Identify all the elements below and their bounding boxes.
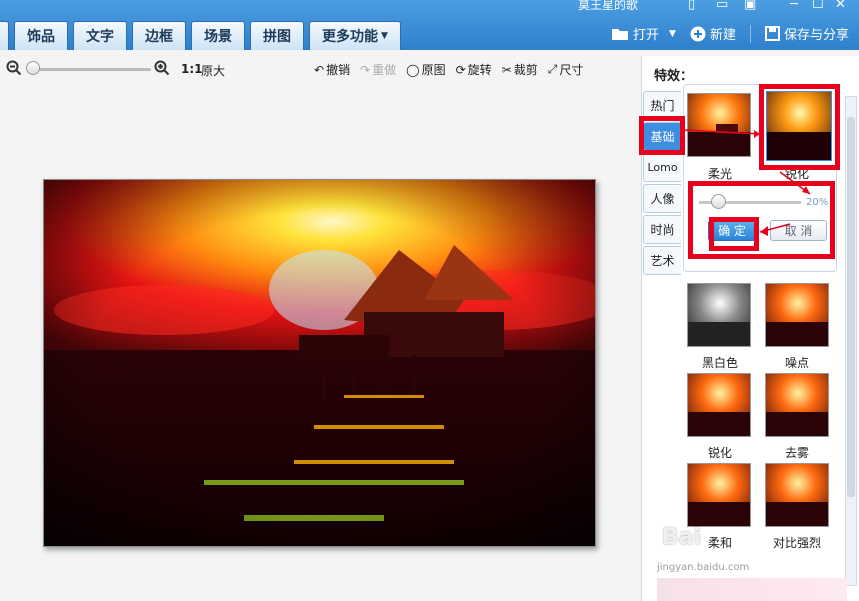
sunset-photo-image xyxy=(44,180,595,546)
effect-label-sharpen-2: 锐化 xyxy=(707,446,732,460)
crop-label: 裁剪 xyxy=(513,63,538,77)
feedback-icon[interactable]: ▭ xyxy=(716,0,728,12)
effect-label-high-contrast: 对比强烈 xyxy=(772,536,821,550)
effects-scrollbar[interactable] xyxy=(845,96,857,586)
effect-label-black-white: 黑白色 xyxy=(701,356,738,370)
actual-size-label[interactable]: 原大 xyxy=(201,62,225,79)
tab-art[interactable]: 艺术 xyxy=(643,246,681,275)
thumbnail-image xyxy=(766,464,828,526)
scissors-icon: ✂ xyxy=(501,62,512,77)
edit-tools: ↶ 撤销 ↷ 重做 ◯ 原图 ⟳ 旋转 ✂ 裁剪 ⤢ 尺寸 xyxy=(314,61,583,78)
close-icon[interactable]: ✕ xyxy=(835,0,846,12)
open-button[interactable]: 打开 ▼ xyxy=(611,24,676,43)
window-title: 莫王星的歌 xyxy=(578,0,639,12)
original-button[interactable]: ◯ 原图 xyxy=(406,61,445,78)
ad-banner[interactable] xyxy=(657,578,847,601)
minimize-icon[interactable]: ─ xyxy=(790,0,798,12)
watermark-logo: Bai xyxy=(662,525,702,550)
zoom-slider-knob[interactable] xyxy=(26,61,40,75)
effect-thumb-soft[interactable] xyxy=(687,463,751,527)
circle-icon: ◯ xyxy=(406,62,420,77)
minimize-mini-icon[interactable]: ▯ xyxy=(688,0,695,12)
plus-circle-icon xyxy=(690,26,706,41)
main-tabs: 饰品 文字 边框 场景 拼图 更多功能 ▼ xyxy=(0,21,401,50)
rotate-icon: ⟳ xyxy=(455,62,466,77)
tab-collage[interactable]: 拼图 xyxy=(250,21,304,50)
scrollbar-thumb[interactable] xyxy=(847,117,855,497)
effect-thumb-noise[interactable] xyxy=(765,283,829,347)
tab-more-label: 更多功能 xyxy=(322,29,378,45)
tab-more[interactable]: 更多功能 ▼ xyxy=(309,21,401,50)
save-icon xyxy=(764,26,780,41)
effect-label-noise: 噪点 xyxy=(784,356,809,370)
chevron-down-icon: ▼ xyxy=(669,28,676,39)
redo-button[interactable]: ↷ 重做 xyxy=(360,61,396,78)
rotate-label: 旋转 xyxy=(467,63,492,77)
edit-toolbar: 1:1 原大 ↶ 撤销 ↷ 重做 ◯ 原图 ⟳ 旋转 ✂ 裁剪 ⤢ 尺寸 xyxy=(0,56,640,84)
crop-button[interactable]: ✂ 裁剪 xyxy=(502,61,538,78)
tab-previous[interactable] xyxy=(0,21,9,50)
zoom-in-icon[interactable] xyxy=(154,60,170,76)
save-share-button[interactable]: 保存与分享 xyxy=(764,24,849,43)
edited-photo[interactable] xyxy=(43,179,596,547)
tab-text[interactable]: 文字 xyxy=(73,21,127,50)
effect-thumb-black-white[interactable] xyxy=(687,283,751,347)
header-actions: 打开 ▼ 新建 保存与分享 xyxy=(611,24,849,43)
undo-icon: ↶ xyxy=(314,62,325,77)
original-label: 原图 xyxy=(421,63,446,77)
effect-thumb-dehaze[interactable] xyxy=(765,373,829,437)
effects-title: 特效： xyxy=(654,69,694,84)
effect-label-dehaze: 去雾 xyxy=(784,446,809,460)
skin-icon[interactable]: ▣ xyxy=(744,0,756,12)
divider xyxy=(749,24,751,43)
zoom-out-icon[interactable] xyxy=(6,60,22,76)
effect-thumb-sharpen-2[interactable] xyxy=(687,373,751,437)
effect-thumb-high-contrast[interactable] xyxy=(765,463,829,527)
watermark-url: jingyan.baidu.com xyxy=(657,562,750,573)
thumbnail-image xyxy=(688,374,750,436)
resize-icon: ⤢ xyxy=(547,62,558,76)
new-label: 新建 xyxy=(709,28,736,43)
annotation-arrows xyxy=(683,129,811,236)
tab-accessories[interactable]: 饰品 xyxy=(14,21,68,50)
save-share-label: 保存与分享 xyxy=(783,28,849,43)
tab-scene[interactable]: 场景 xyxy=(191,21,245,50)
redo-label: 重做 xyxy=(372,63,397,77)
redo-icon: ↷ xyxy=(360,62,371,77)
maximize-icon[interactable]: ☐ xyxy=(812,0,824,12)
folder-icon xyxy=(612,28,629,40)
thumbnail-image xyxy=(688,464,750,526)
new-button[interactable]: 新建 xyxy=(690,24,736,43)
thumbnail-image xyxy=(688,284,750,346)
undo-label: 撤销 xyxy=(326,63,351,77)
open-label: 打开 xyxy=(633,28,660,43)
resize-label: 尺寸 xyxy=(559,63,584,77)
rotate-button[interactable]: ⟳ 旋转 xyxy=(456,61,492,78)
thumbnail-image xyxy=(766,374,828,436)
undo-button[interactable]: ↶ 撤销 xyxy=(314,61,350,78)
thumbnail-image xyxy=(766,284,828,346)
chevron-down-icon: ▼ xyxy=(381,31,388,41)
top-bar: 莫王星的歌 ▯ ▭ ▣ ─ ☐ ✕ 饰品 文字 边框 场景 拼图 更多功能 ▼ 打… xyxy=(0,0,859,50)
zoom-slider[interactable] xyxy=(33,68,151,71)
actual-size-ratio[interactable]: 1:1 xyxy=(181,62,203,76)
tab-border[interactable]: 边框 xyxy=(132,21,186,50)
resize-button[interactable]: ⤢ 尺寸 xyxy=(548,61,584,78)
